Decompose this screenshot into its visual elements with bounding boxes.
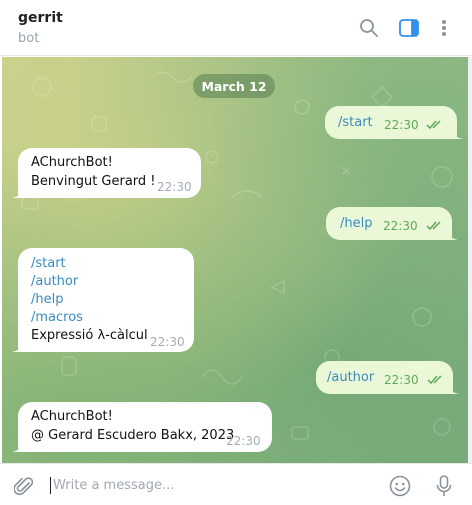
message-time: 22:30 <box>226 434 261 448</box>
sidebar-toggle-icon[interactable] <box>398 17 420 39</box>
message-input[interactable]: Write a message... <box>50 474 370 496</box>
search-icon[interactable] <box>358 17 380 39</box>
date-separator: March 12 <box>193 74 275 98</box>
message-text[interactable]: /author <box>327 369 374 387</box>
message-incoming[interactable]: AChurchBot! @ Gerard Escudero Bakx, 2023… <box>12 402 272 452</box>
message-composer: Write a message... <box>0 463 472 505</box>
message-time: 22:30 <box>157 180 192 194</box>
text-caret <box>50 476 51 494</box>
message-line: Benvingut Gerard ! <box>31 174 156 189</box>
microphone-icon[interactable] <box>433 475 455 497</box>
message-line: Expressió λ-càlcul <box>31 328 148 343</box>
scrollbar-track[interactable] <box>468 57 472 463</box>
message-line: @ Gerard Escudero Bakx, 2023 <box>31 428 235 443</box>
message-line: AChurchBot! <box>31 409 113 424</box>
bubble-tail <box>12 342 24 352</box>
bubble-tail <box>12 442 24 452</box>
message-incoming[interactable]: /start /author /help /macros Expressió λ… <box>12 248 194 352</box>
chat-header: gerrit bot <box>0 0 472 56</box>
message-text[interactable]: /start <box>338 114 373 132</box>
chat-history[interactable]: March 12 /start 22:30 AChurchBot! Benvin… <box>2 57 468 463</box>
bubble-tail <box>447 384 459 394</box>
command-link-author[interactable]: /author <box>31 273 78 291</box>
message-time: 22:30 <box>384 118 419 132</box>
message-time: 22:30 <box>150 335 185 349</box>
message-outgoing[interactable]: /start 22:30 <box>325 106 463 139</box>
command-link-macros[interactable]: /macros <box>31 309 83 327</box>
bubble-tail <box>446 230 458 240</box>
chat-title[interactable]: gerrit <box>18 10 63 26</box>
message-line: AChurchBot! <box>31 155 113 170</box>
read-ticks-icon <box>426 221 441 231</box>
message-time: 22:30 <box>383 219 418 233</box>
message-outgoing[interactable]: /author 22:30 <box>316 361 459 394</box>
command-link-start[interactable]: /start <box>31 255 66 273</box>
command-link-help[interactable]: /help <box>31 291 63 309</box>
message-text[interactable]: /help <box>340 215 372 233</box>
message-input-placeholder: Write a message... <box>53 477 175 493</box>
read-ticks-icon <box>426 120 441 130</box>
emoji-icon[interactable] <box>389 475 411 497</box>
paperclip-icon[interactable] <box>13 475 35 497</box>
read-ticks-icon <box>427 375 442 385</box>
message-outgoing[interactable]: /help 22:30 <box>326 207 458 240</box>
message-time: 22:30 <box>384 373 419 387</box>
bubble-tail <box>12 188 24 198</box>
more-vertical-icon[interactable] <box>433 17 455 39</box>
message-incoming[interactable]: AChurchBot! Benvingut Gerard ! 22:30 <box>12 148 201 198</box>
chat-status: bot <box>18 31 40 46</box>
bubble-tail <box>451 129 463 139</box>
